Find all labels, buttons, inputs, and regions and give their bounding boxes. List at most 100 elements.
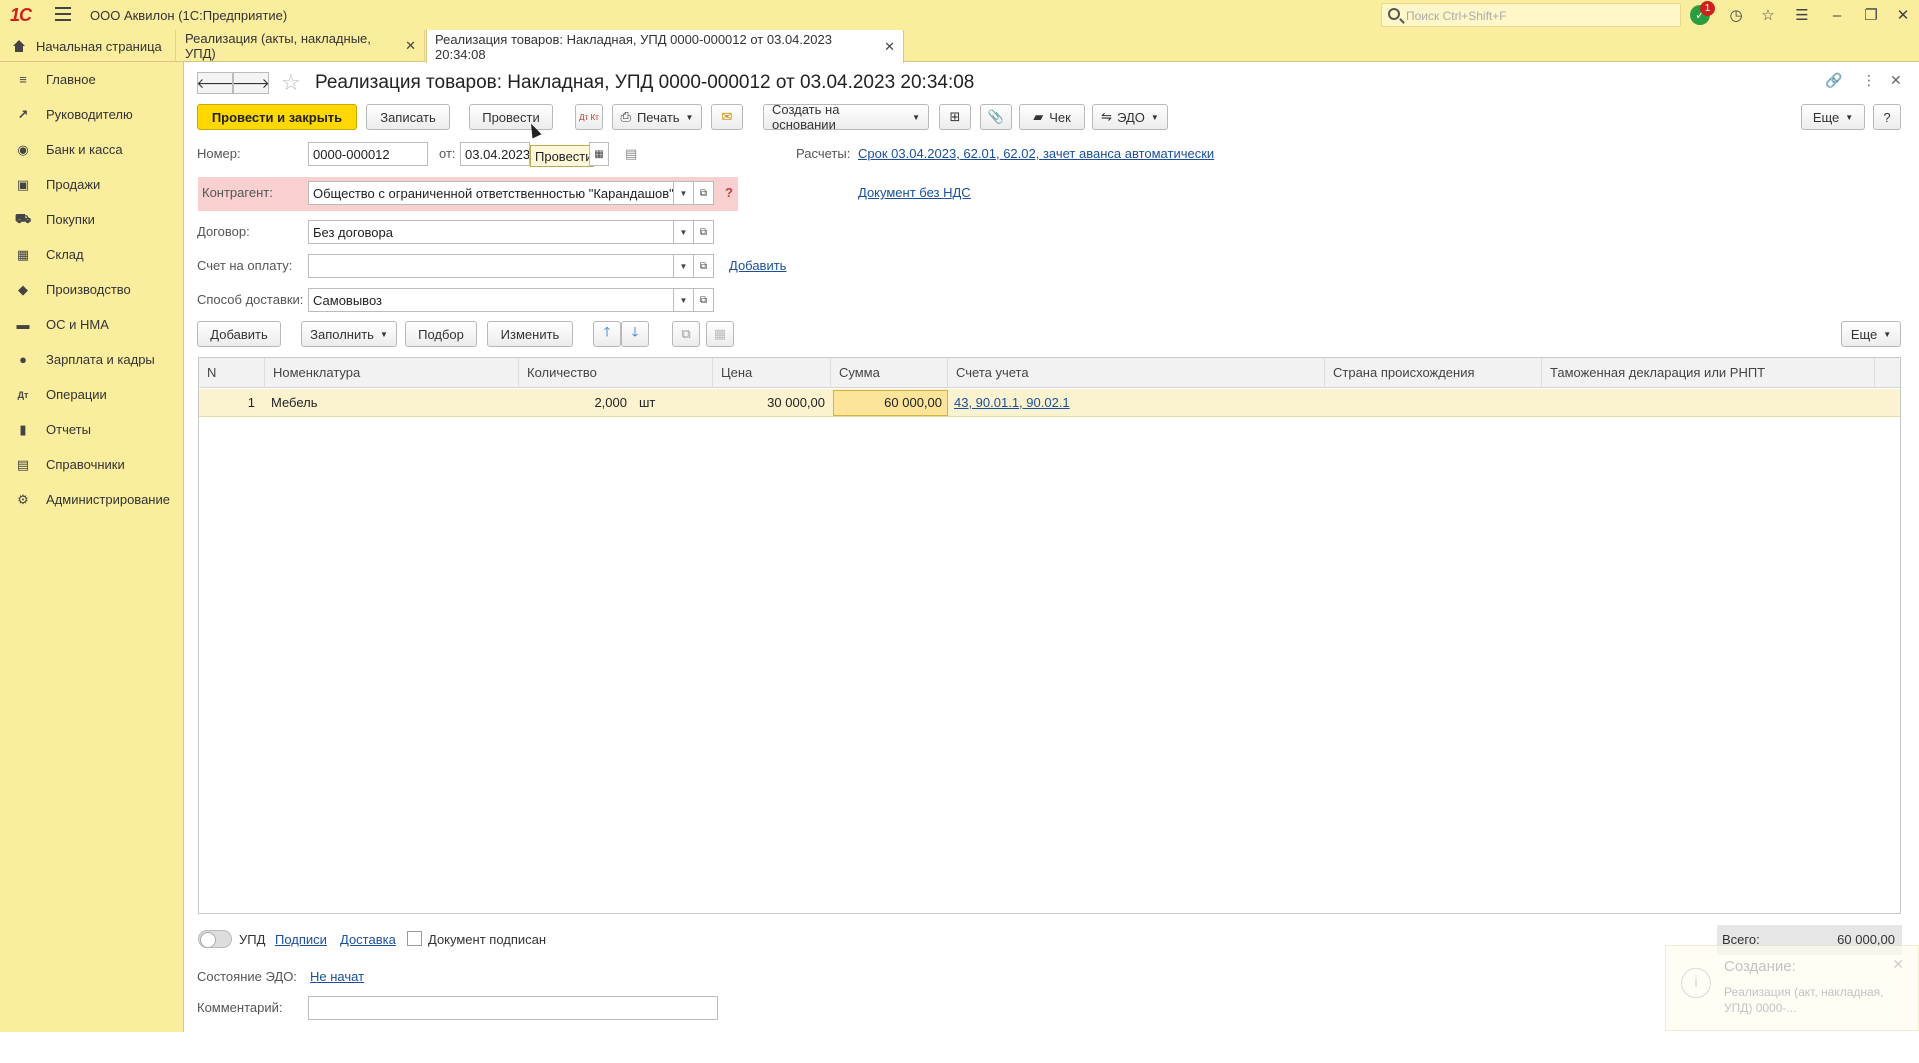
help-button[interactable]: ? [1873,104,1901,130]
row-item[interactable]: Мебель [265,389,465,417]
tab-sales-list[interactable]: Реализация (акты, накладные, УПД) ✕ [177,30,425,62]
main-menu-icon[interactable] [55,7,71,21]
more-vertical-icon[interactable]: ⋮ [1862,72,1876,89]
back-button[interactable]: 🡐 [196,72,234,94]
row-qty[interactable]: 2,000 [519,389,633,417]
contractor-dropdown-icon[interactable]: ▼ [674,181,694,205]
functions-menu-icon[interactable]: ☰ [1792,5,1812,25]
comment-note-icon[interactable]: ▤ [625,146,637,162]
favorite-star-icon[interactable]: ☆ [281,70,301,96]
sidebar-item-main[interactable]: ≡ Главное [0,62,184,97]
sidebar-item-reports[interactable]: ▮ Отчеты [0,412,184,447]
col-header-n[interactable]: N [199,358,265,388]
tab-sales-document[interactable]: Реализация товаров: Накладная, УПД 0000-… [426,30,904,63]
sidebar-item-salary[interactable]: ● Зарплата и кадры [0,342,184,377]
contract-open-icon[interactable]: ⧉ [694,220,714,244]
link-icon[interactable]: 🔗 [1825,72,1842,89]
date-field[interactable]: 03.04.2023 [460,142,530,166]
table-header: N Номенклатура Количество Цена Сумма Сче… [199,358,1900,388]
print-button[interactable]: ⎙ Печать ▼ [612,104,702,130]
sidebar-item-sales[interactable]: ▣ Продажи [0,167,184,202]
invoice-open-icon[interactable]: ⧉ [694,254,714,278]
edo-button[interactable]: ⇋ ЭДО ▼ [1092,104,1168,130]
invoice-field[interactable] [308,254,674,278]
favorites-icon[interactable]: ☆ [1758,5,1778,25]
comment-field[interactable] [308,996,718,1020]
no-vat-link[interactable]: Документ без НДС [858,185,971,200]
move-up-button[interactable]: 🡑 [593,321,621,347]
restore-icon[interactable]: ❐ [1861,5,1881,25]
settlements-link[interactable]: Срок 03.04.2023, 62.01, 62.02, зачет ава… [858,146,1214,161]
tab-home[interactable]: Начальная страница [0,30,176,62]
structure-button[interactable]: ⊞ [939,104,971,130]
creation-notification[interactable]: i Создание: Реализация (акт, накладная, … [1665,945,1919,1031]
table-more-button[interactable]: Еще ▼ [1841,321,1901,347]
document-signed-checkbox[interactable] [407,931,422,946]
col-header-price[interactable]: Цена [713,358,831,388]
delivery-dropdown-icon[interactable]: ▼ [674,288,694,312]
row-sum[interactable]: 60 000,00 [833,389,948,417]
paste-row-button[interactable]: ▦ [706,321,734,347]
history-icon[interactable]: ◷ [1726,5,1746,25]
contractor-field[interactable]: Общество с ограниченной ответственностью… [308,181,674,205]
contract-dropdown-icon[interactable]: ▼ [674,220,694,244]
sidebar-item-assets[interactable]: ▬ ОС и НМА [0,307,184,342]
row-country[interactable] [1325,389,1542,417]
sidebar-item-admin[interactable]: ⚙ Администрирование [0,482,184,517]
more-button[interactable]: Еще ▼ [1801,104,1865,130]
sidebar-item-purchases[interactable]: ⛟ Покупки [0,202,184,237]
sidebar-item-warehouse[interactable]: ▦ Склад [0,237,184,272]
signatures-link[interactable]: Подписи [275,932,327,947]
col-header-accounts[interactable]: Счета учета [948,358,1325,388]
col-header-country[interactable]: Страна происхождения [1325,358,1542,388]
contractor-open-icon[interactable]: ⧉ [694,181,714,205]
post-button[interactable]: Провести [469,104,553,130]
row-declaration[interactable] [1542,389,1875,417]
save-button[interactable]: Записать [366,104,450,130]
attach-button[interactable]: 📎 [980,104,1012,130]
forward-button[interactable]: 🡒 [232,72,270,94]
col-header-item[interactable]: Номенклатура [265,358,519,388]
close-form-icon[interactable]: ✕ [1890,72,1902,89]
calendar-icon[interactable]: ▦ [589,142,609,166]
receipt-button[interactable]: ▰ Чек [1019,104,1085,130]
post-and-close-button[interactable]: Провести и закрыть [197,104,357,130]
sidebar-item-bank[interactable]: ◉ Банк и касса [0,132,184,167]
close-notification-icon[interactable]: ✕ [1892,956,1904,973]
contract-field[interactable]: Без договора [308,220,674,244]
search-input[interactable]: Поиск Ctrl+Shift+F [1381,3,1681,27]
row-price[interactable]: 30 000,00 [713,389,831,417]
delivery-link[interactable]: Доставка [340,932,396,947]
close-window-icon[interactable]: ✕ [1893,5,1913,25]
dtkt-button[interactable]: Дт Кт [575,104,603,130]
sidebar-item-operations[interactable]: Дт Операции [0,377,184,412]
fill-button[interactable]: Заполнить ▼ [301,321,397,347]
delivery-open-icon[interactable]: ⧉ [694,288,714,312]
invoice-dropdown-icon[interactable]: ▼ [674,254,694,278]
add-row-button[interactable]: Добавить [197,321,281,347]
sidebar-item-manager[interactable]: ↗ Руководителю [0,97,184,132]
sidebar-item-production[interactable]: ◆ Производство [0,272,184,307]
contractor-help-icon[interactable]: ? [725,185,733,200]
upd-toggle[interactable] [198,930,232,948]
close-tab-icon[interactable]: ✕ [405,38,416,54]
row-accounts-link[interactable]: 43, 90.01.1, 90.02.1 [948,389,1325,417]
minimize-icon[interactable]: – [1827,5,1847,25]
move-down-button[interactable]: 🡓 [621,321,649,347]
table-row[interactable]: 1 Мебель 2,000 шт 30 000,00 60 000,00 43… [199,389,1900,417]
delivery-field[interactable]: Самовывоз [308,288,674,312]
email-button[interactable]: ✉ [711,104,743,130]
col-header-qty[interactable]: Количество [519,358,713,388]
sidebar-item-catalogs[interactable]: ▤ Справочники [0,447,184,482]
col-header-sum[interactable]: Сумма [831,358,948,388]
edo-state-link[interactable]: Не начат [310,969,364,984]
select-button[interactable]: Подбор [405,321,477,347]
row-unit[interactable]: шт [633,389,703,417]
change-button[interactable]: Изменить [487,321,573,347]
copy-row-button[interactable]: ⧉ [672,321,700,347]
add-invoice-link[interactable]: Добавить [729,258,786,273]
close-tab-icon[interactable]: ✕ [884,39,895,55]
number-field[interactable]: 0000-000012 [308,142,428,166]
create-based-on-button[interactable]: Создать на основании ▼ [763,102,929,132]
col-header-declaration[interactable]: Таможенная декларация или РНПТ [1542,358,1875,388]
